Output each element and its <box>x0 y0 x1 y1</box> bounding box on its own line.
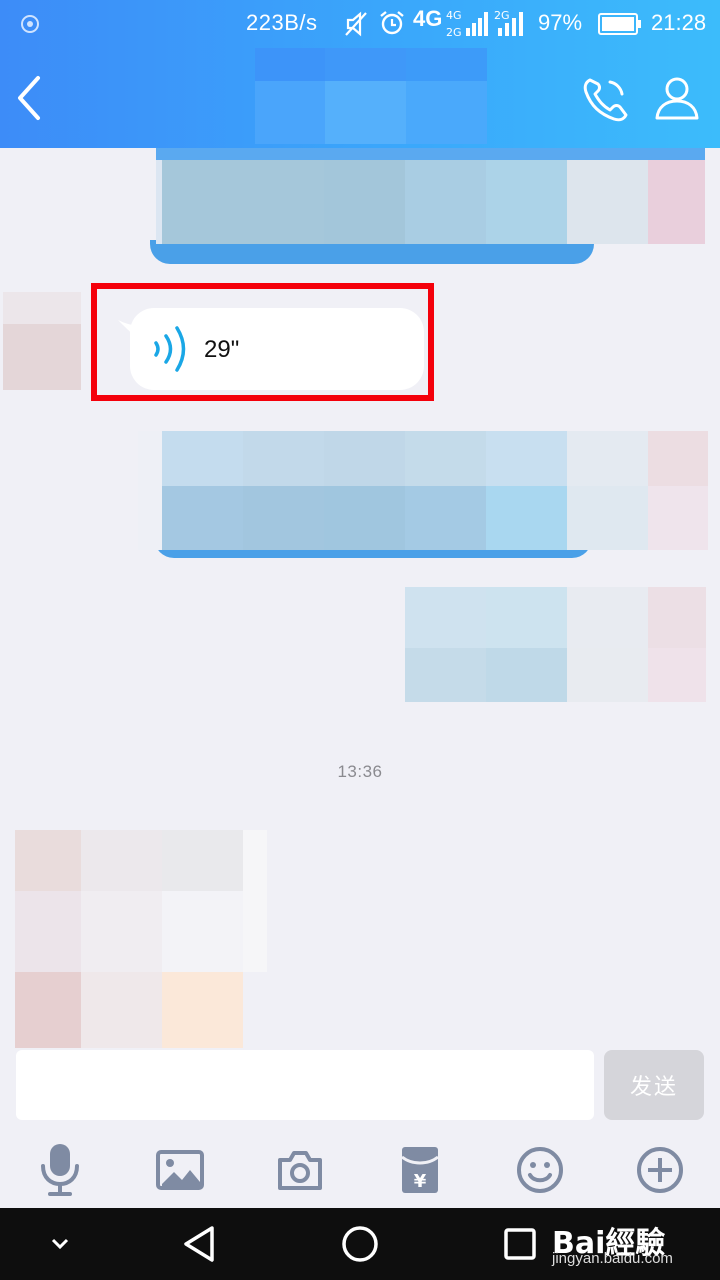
outgoing-message-3[interactable] <box>405 587 706 702</box>
emoji-icon[interactable] <box>510 1140 570 1200</box>
baidu-jingyan-watermark: Bai經驗 jingyan.baidu.com <box>552 1216 717 1268</box>
home-circle-icon[interactable] <box>320 1208 400 1280</box>
recents-square-icon[interactable] <box>480 1208 560 1280</box>
message-input[interactable] <box>16 1050 594 1120</box>
highlight-annotation <box>91 283 434 401</box>
send-button[interactable]: 发送 <box>604 1050 704 1120</box>
contact-name-blurred <box>255 48 487 144</box>
blurred-content <box>138 431 708 550</box>
network-speed: 223B/s <box>246 10 318 35</box>
back-triangle-icon[interactable] <box>160 1208 240 1280</box>
signal-2g-icon: 2G <box>494 9 523 36</box>
phone-icon[interactable] <box>580 74 632 124</box>
svg-text:2G: 2G <box>494 9 510 22</box>
network-type-label: 4G <box>413 6 443 31</box>
4g-icon: 4G <box>413 6 443 40</box>
person-icon[interactable] <box>652 72 702 122</box>
camera-icon[interactable] <box>270 1140 330 1200</box>
collapse-chevron-icon[interactable] <box>20 1208 100 1280</box>
svg-text:4G: 4G <box>446 9 462 22</box>
plus-icon[interactable] <box>630 1140 690 1200</box>
status-bar: 223B/s 4G 4G 2G 2G 97% 21:28 <box>0 0 720 48</box>
status-time: 21:28 <box>651 10 707 35</box>
alarm-icon <box>380 11 404 35</box>
microphone-icon[interactable] <box>30 1140 90 1200</box>
app-notification-icon <box>21 15 39 33</box>
svg-text:¥: ¥ <box>414 1171 427 1192</box>
signal-4g-2g-icon: 4G 2G <box>446 9 488 39</box>
red-packet-icon[interactable]: ¥ <box>390 1140 450 1200</box>
mute-icon <box>345 11 367 37</box>
image-icon[interactable] <box>150 1140 210 1200</box>
incoming-message[interactable] <box>15 830 267 1048</box>
watermark-url: jingyan.baidu.com <box>552 1250 673 1267</box>
avatar[interactable] <box>3 292 81 390</box>
blurred-content <box>156 148 705 244</box>
svg-text:2G: 2G <box>446 26 462 39</box>
message-timestamp: 13:36 <box>337 762 383 781</box>
battery-percent: 97% <box>538 10 583 35</box>
back-chevron-icon[interactable] <box>10 70 50 126</box>
battery-icon <box>598 13 641 35</box>
